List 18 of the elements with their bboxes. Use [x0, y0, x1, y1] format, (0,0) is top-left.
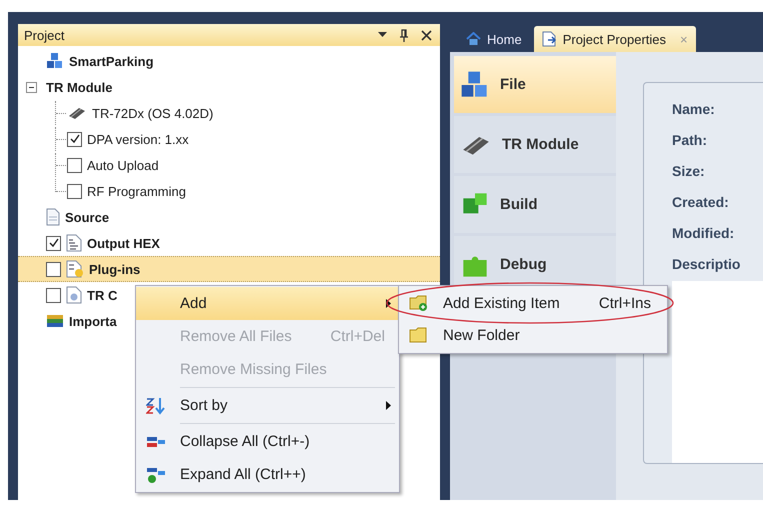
tree-item-label: DPA version: 1.xx — [87, 132, 189, 146]
tree-item-label: Auto Upload — [87, 158, 159, 172]
panel-title: Project — [24, 28, 66, 42]
tree-item-label: RF Programming — [87, 184, 186, 198]
tree-item-label: TR-72Dx (OS 4.02D) — [92, 106, 214, 120]
property-label: Created: — [672, 194, 730, 212]
tree-item-label: TR C — [87, 288, 118, 302]
property-label: Path: — [672, 132, 708, 150]
property-label: Name: — [672, 101, 716, 119]
tree-item-label: Importa — [69, 314, 117, 328]
tree-item-label: Output HEX — [87, 236, 160, 250]
property-label: Modified: — [672, 225, 736, 243]
tree-item-label: TR Module — [46, 80, 112, 94]
property-label: Size: — [672, 163, 706, 181]
tree-item-label: SmartParking — [69, 54, 154, 68]
property-label: Descriptio — [672, 256, 742, 274]
tree-item-label: Source — [65, 210, 110, 224]
tree-item-label: Plug-ins — [89, 262, 140, 276]
